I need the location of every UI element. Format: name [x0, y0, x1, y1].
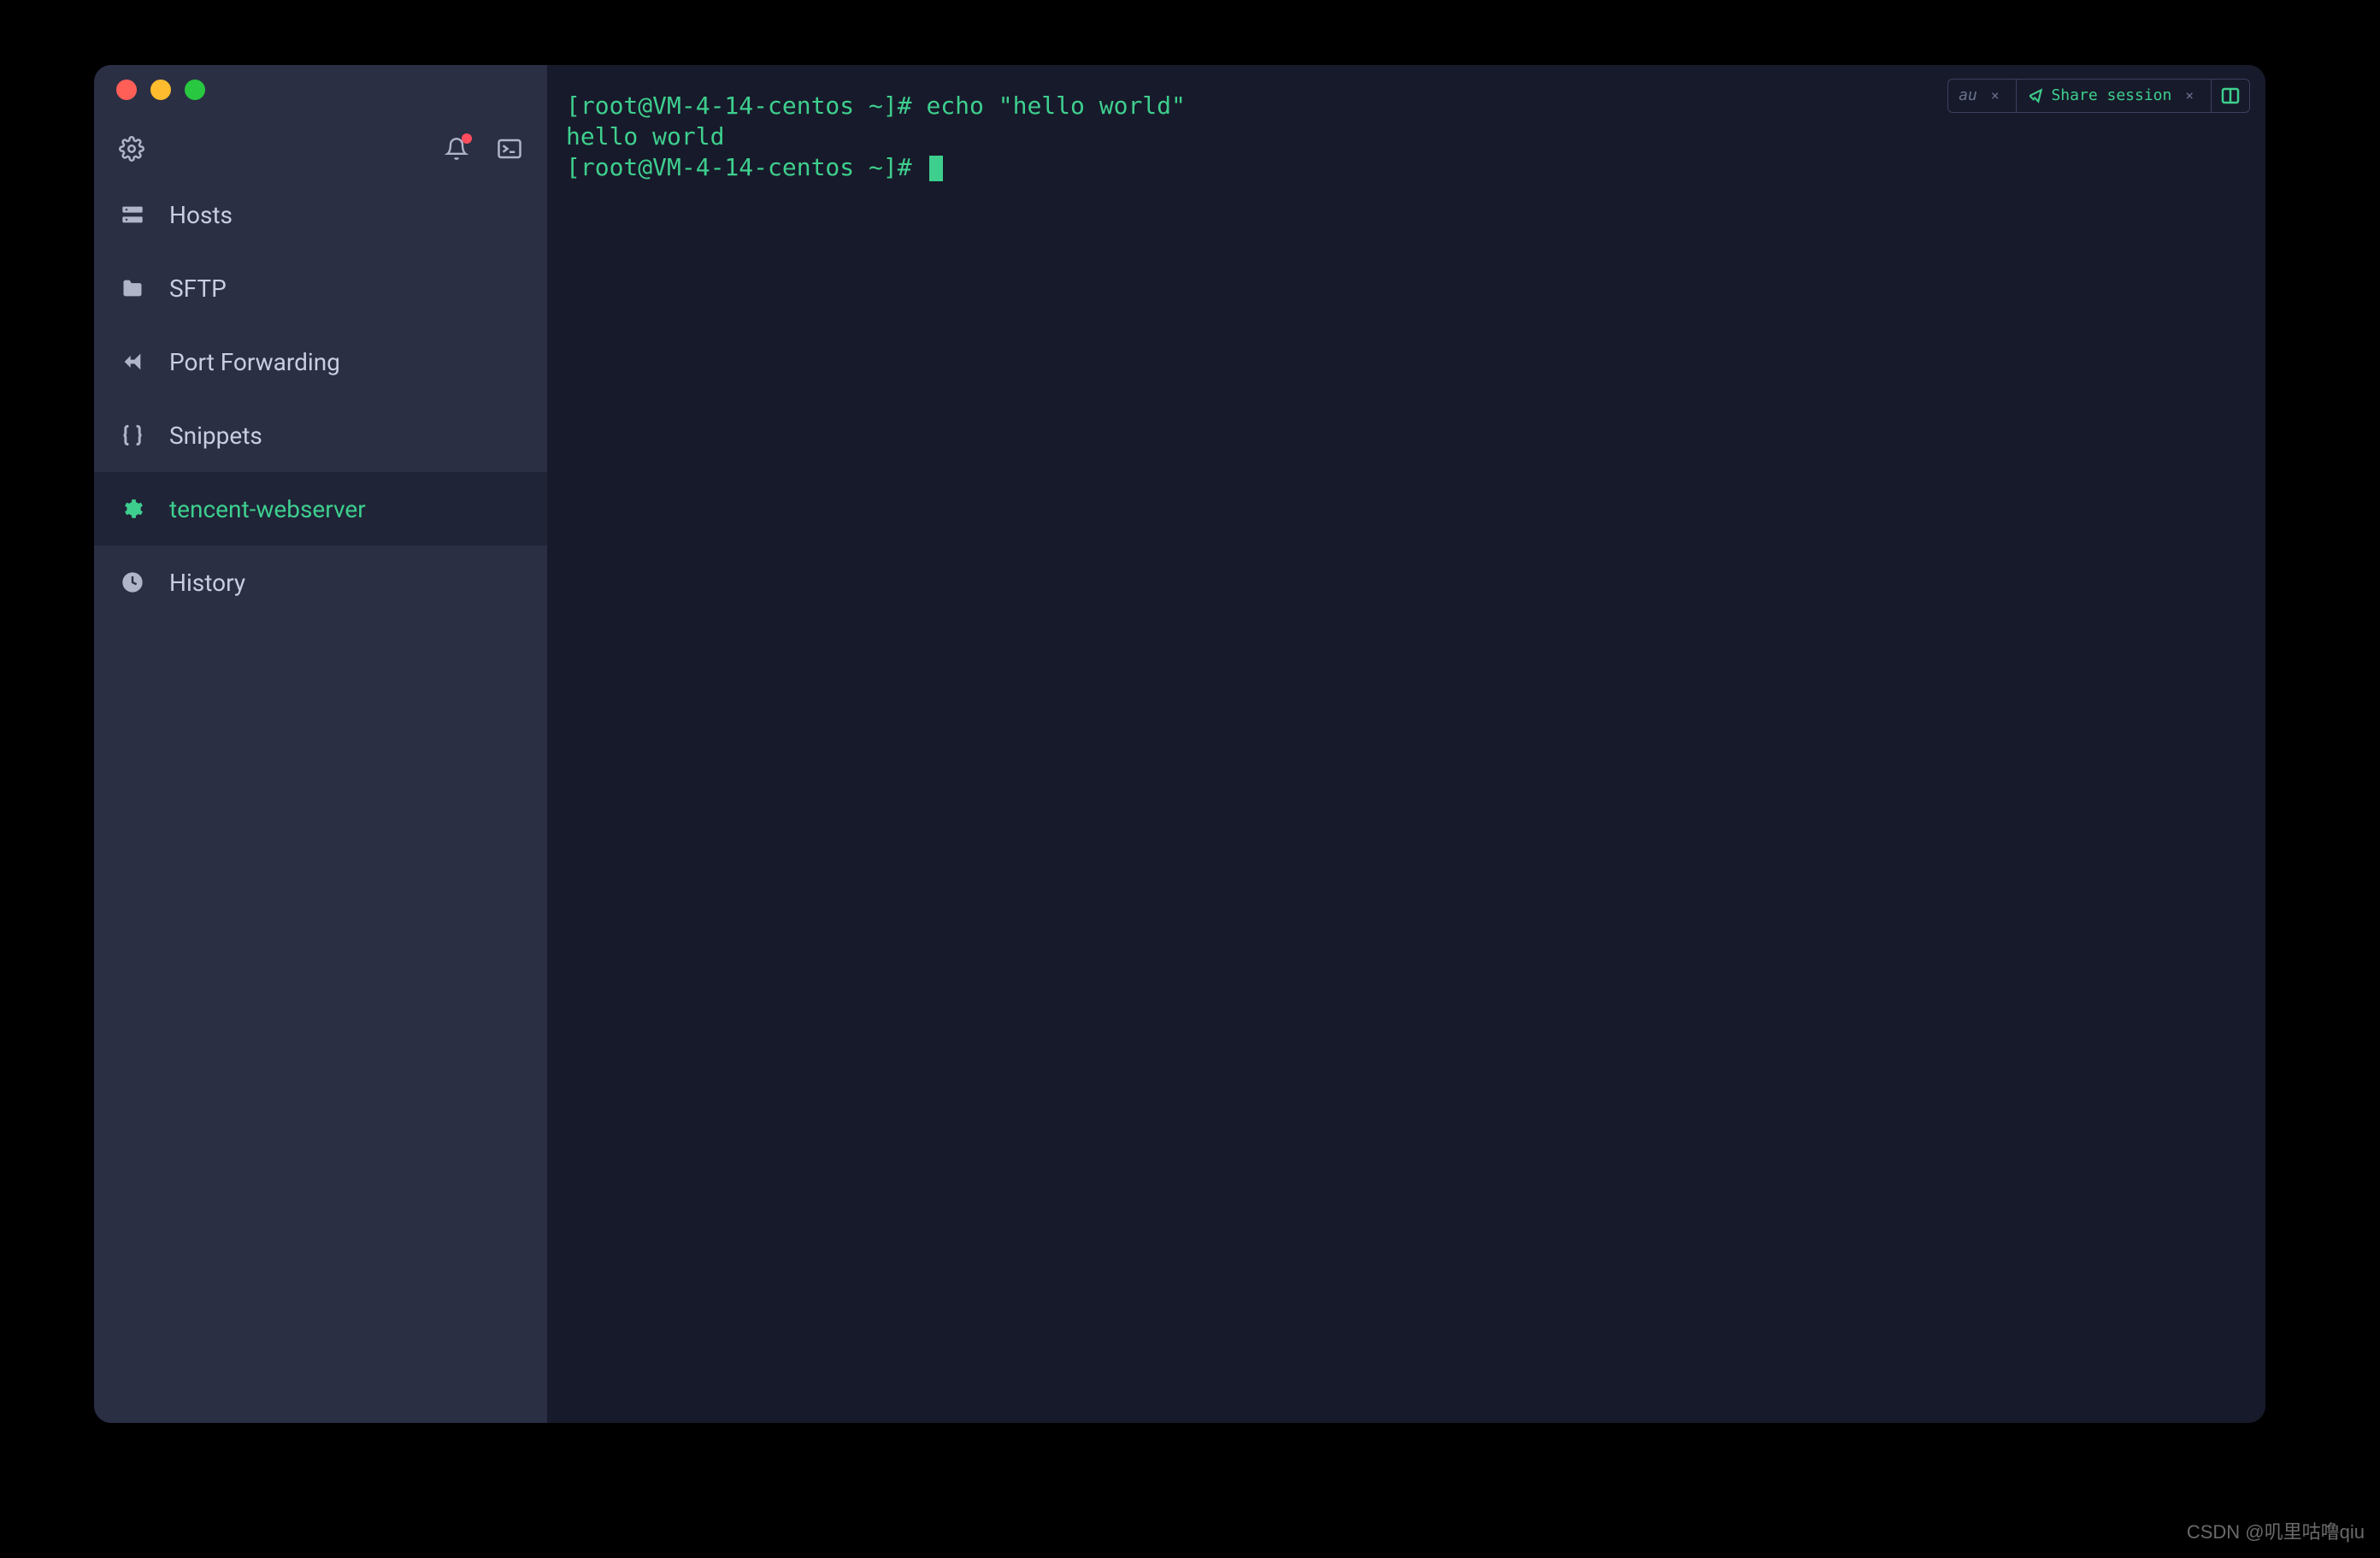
nav-item-snippets[interactable]: Snippets	[94, 398, 547, 472]
terminal-cursor	[929, 156, 943, 181]
nav-label: Hosts	[169, 201, 233, 229]
sidebar-toolbar	[94, 115, 547, 178]
terminal-line: hello world	[566, 121, 2247, 152]
session-chip-label: au	[1959, 86, 1977, 105]
sidebar: Hosts SFTP Port Forwarding Snippets	[94, 65, 547, 1423]
app-window: Hosts SFTP Port Forwarding Snippets	[94, 65, 2265, 1423]
terminal-button[interactable]	[496, 135, 523, 162]
nav-item-tencent-webserver[interactable]: tencent-webserver	[94, 472, 547, 546]
terminal-line: [root@VM-4-14-centos ~]#	[566, 152, 2247, 183]
titlebar	[94, 65, 547, 115]
watermark: CSDN @叽里咕噜qiu	[2187, 1517, 2365, 1544]
hosts-icon	[120, 202, 145, 227]
folder-icon	[120, 275, 145, 301]
terminal-icon	[497, 136, 522, 162]
nav-list: Hosts SFTP Port Forwarding Snippets	[94, 178, 547, 619]
maximize-window-button[interactable]	[185, 80, 205, 100]
notifications-button[interactable]	[443, 135, 470, 162]
settings-button[interactable]	[118, 135, 145, 162]
terminal-output: hello world	[566, 122, 724, 150]
nav-item-sftp[interactable]: SFTP	[94, 251, 547, 325]
split-pane-button[interactable]	[2212, 80, 2249, 112]
nav-label: SFTP	[169, 274, 227, 303]
notification-dot	[462, 133, 472, 144]
nav-label: Port Forwarding	[169, 348, 340, 376]
nav-item-hosts[interactable]: Hosts	[94, 178, 547, 251]
terminal-top-controls: au × Share session ×	[1947, 79, 2250, 113]
close-window-button[interactable]	[116, 80, 137, 100]
nav-item-history[interactable]: History	[94, 546, 547, 619]
braces-icon	[120, 422, 145, 448]
share-icon	[2027, 87, 2044, 104]
clock-icon	[120, 569, 145, 595]
split-icon	[2220, 86, 2241, 106]
terminal-prompt: [root@VM-4-14-centos ~]#	[566, 153, 926, 181]
nav-label: Snippets	[169, 422, 262, 450]
minimize-window-button[interactable]	[150, 80, 171, 100]
share-close[interactable]: ×	[2178, 87, 2200, 104]
terminal-command: echo "hello world"	[926, 91, 1185, 120]
share-session-button[interactable]: Share session ×	[2017, 80, 2212, 112]
gear-icon	[119, 136, 144, 162]
top-controls-group: au × Share session ×	[1947, 79, 2250, 113]
terminal-prompt: [root@VM-4-14-centos ~]#	[566, 91, 926, 120]
session-chip-close[interactable]: ×	[1984, 87, 2006, 104]
nav-item-port-forwarding[interactable]: Port Forwarding	[94, 325, 547, 398]
session-chip[interactable]: au ×	[1948, 80, 2017, 112]
nav-label: History	[169, 569, 245, 597]
share-label: Share session	[2051, 86, 2171, 105]
terminal-pane[interactable]: au × Share session × [root@VM-4-14-cento…	[547, 65, 2265, 1423]
gear-icon	[120, 496, 145, 522]
forward-icon	[120, 349, 145, 375]
nav-label: tencent-webserver	[169, 495, 366, 523]
